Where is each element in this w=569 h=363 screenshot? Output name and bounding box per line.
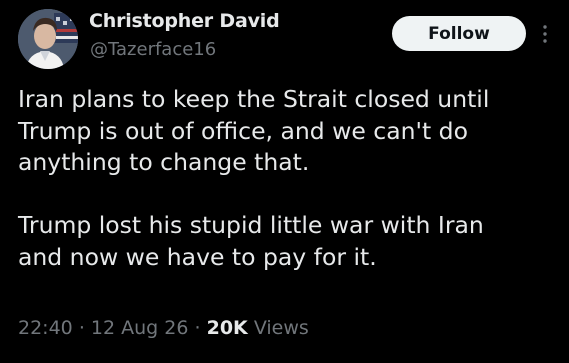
views-label: Views [253,317,309,339]
profile-photo-icon [18,9,78,69]
post-text-line: and now we have to pay for it. [18,242,377,271]
follow-button[interactable]: Follow [392,16,526,51]
author-display-name[interactable]: Christopher David [89,10,280,32]
meta-separator: · [194,317,201,339]
post-text: Iran plans to keep the Strait closed unt… [18,84,558,273]
views-count[interactable]: 20K [207,317,248,339]
post-text-line: Trump lost his stupid little war with Ir… [18,211,484,239]
post-text-line: anything to change that. [18,148,310,176]
avatar[interactable] [18,9,78,69]
follow-button-label: Follow [428,23,490,44]
post-text-line: Iran plans to keep the Strait closed unt… [18,85,490,113]
post-card: Christopher David @Tazerface16 Follow Ir… [0,0,569,363]
more-options-icon[interactable] [540,24,550,44]
author-handle[interactable]: @Tazerface16 [90,39,216,60]
post-time[interactable]: 22:40 [18,317,73,339]
post-metadata: 22:40 · 12 Aug 26 · 20K Views [18,317,309,339]
meta-separator: · [78,317,85,339]
post-text-line: Trump is out of office, and we can't do [18,116,468,145]
post-date[interactable]: 12 Aug 26 [91,317,189,339]
